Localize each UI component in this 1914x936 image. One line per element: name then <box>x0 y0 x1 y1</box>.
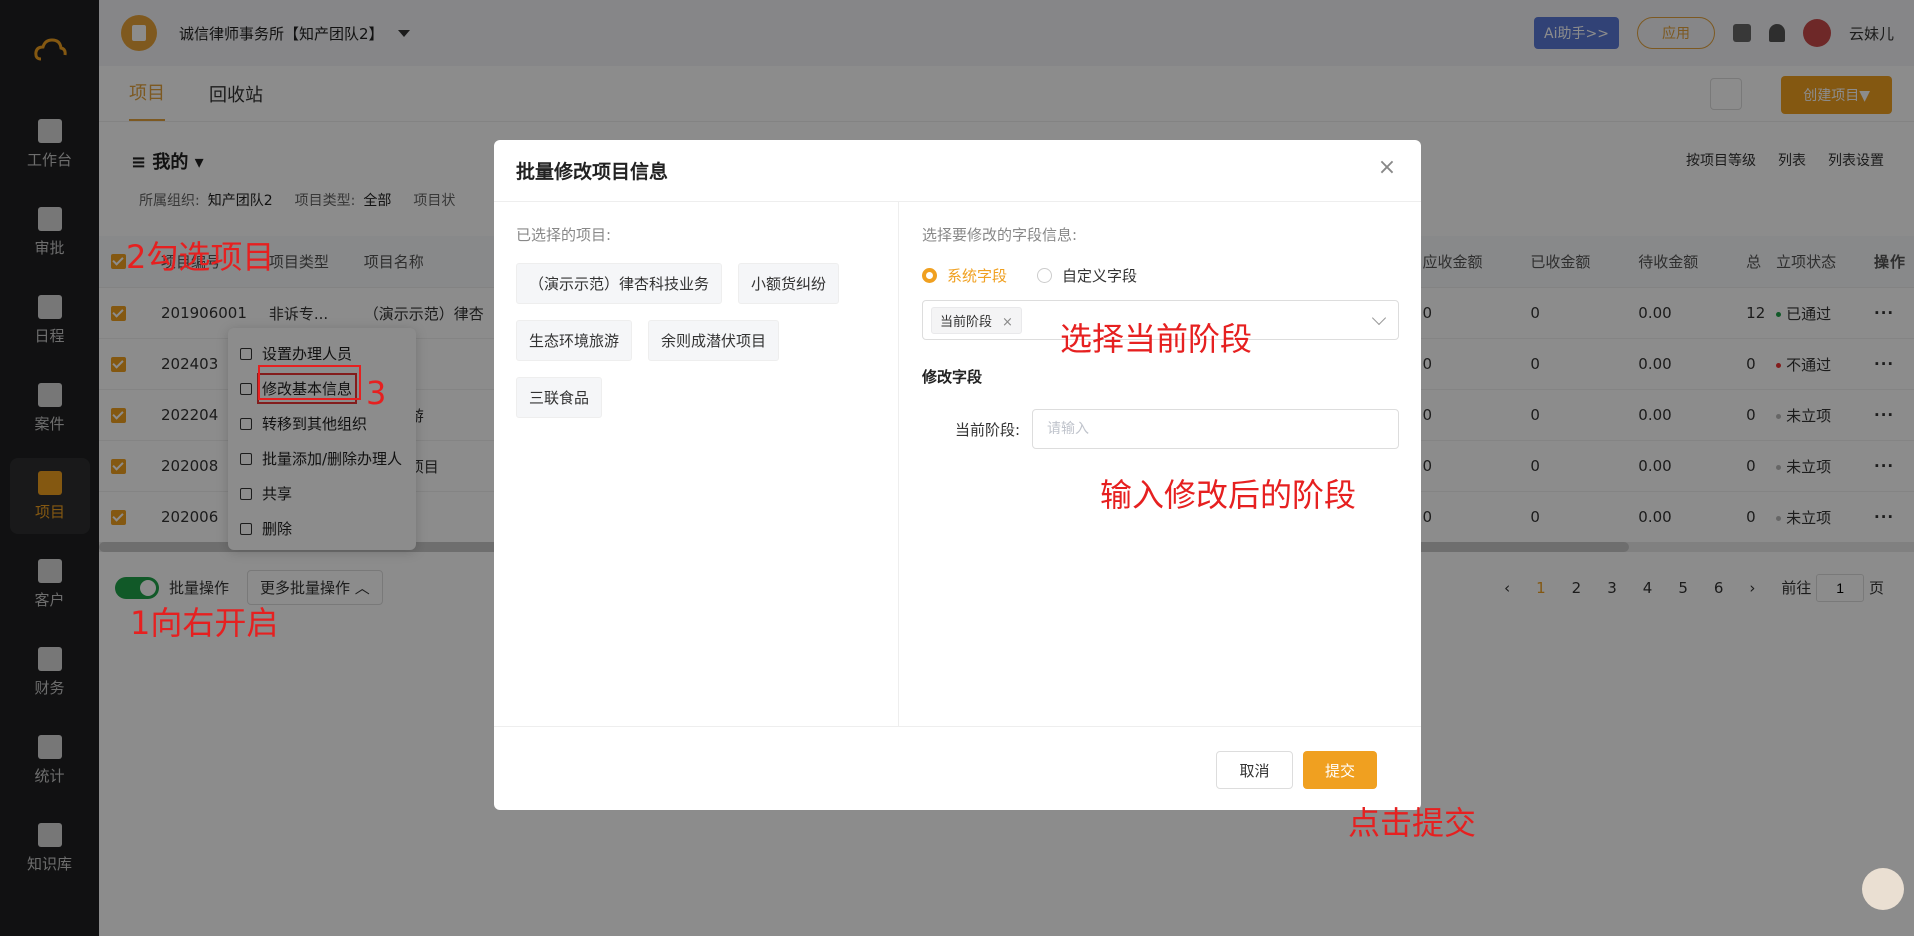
annotation-step-3: 3 <box>366 374 387 412</box>
selected-projects-panel: 已选择的项目: （演示示范）律杏科技业务 小额货纠纷 生态环境旅游 余则成潜伏项… <box>494 202 899 726</box>
annotation-select-stage: 选择当前阶段 <box>1060 320 1253 358</box>
selected-project-chip: 三联食品 <box>516 377 603 418</box>
radio-custom-field[interactable]: 自定义字段 <box>1037 265 1137 286</box>
tag-close-icon[interactable]: × <box>1002 315 1013 330</box>
field-select-panel: 选择要修改的字段信息: 系统字段 自定义字段 当前阶段 × 修改字段 当前阶段: <box>900 202 1421 726</box>
selected-project-chip: 小额货纠纷 <box>738 263 840 304</box>
customer-service-button[interactable] <box>1862 868 1904 910</box>
annotation-step-1: 1向右开启 <box>130 604 279 642</box>
annotation-box <box>258 365 361 400</box>
selected-project-chip: 生态环境旅游 <box>516 320 633 361</box>
radio-system-field[interactable]: 系统字段 <box>922 265 1007 286</box>
chevron-down-icon <box>1371 310 1387 326</box>
submit-button[interactable]: 提交 <box>1303 751 1377 789</box>
annotation-submit: 点击提交 <box>1348 804 1477 842</box>
modal-footer: 取消 提交 <box>494 726 1421 810</box>
close-icon[interactable]: × <box>1377 157 1397 179</box>
field-tag: 当前阶段 × <box>931 306 1022 334</box>
modal-title: 批量修改项目信息 <box>494 140 1421 202</box>
annotation-input-stage: 输入修改后的阶段 <box>1100 476 1357 514</box>
cancel-button[interactable]: 取消 <box>1216 751 1293 789</box>
selected-project-chip: （演示示范）律杏科技业务 <box>516 263 723 304</box>
current-stage-input[interactable] <box>1032 409 1399 449</box>
annotation-step-2: 2勾选项目 <box>126 238 275 276</box>
selected-project-chip: 余则成潜伏项目 <box>648 320 780 361</box>
